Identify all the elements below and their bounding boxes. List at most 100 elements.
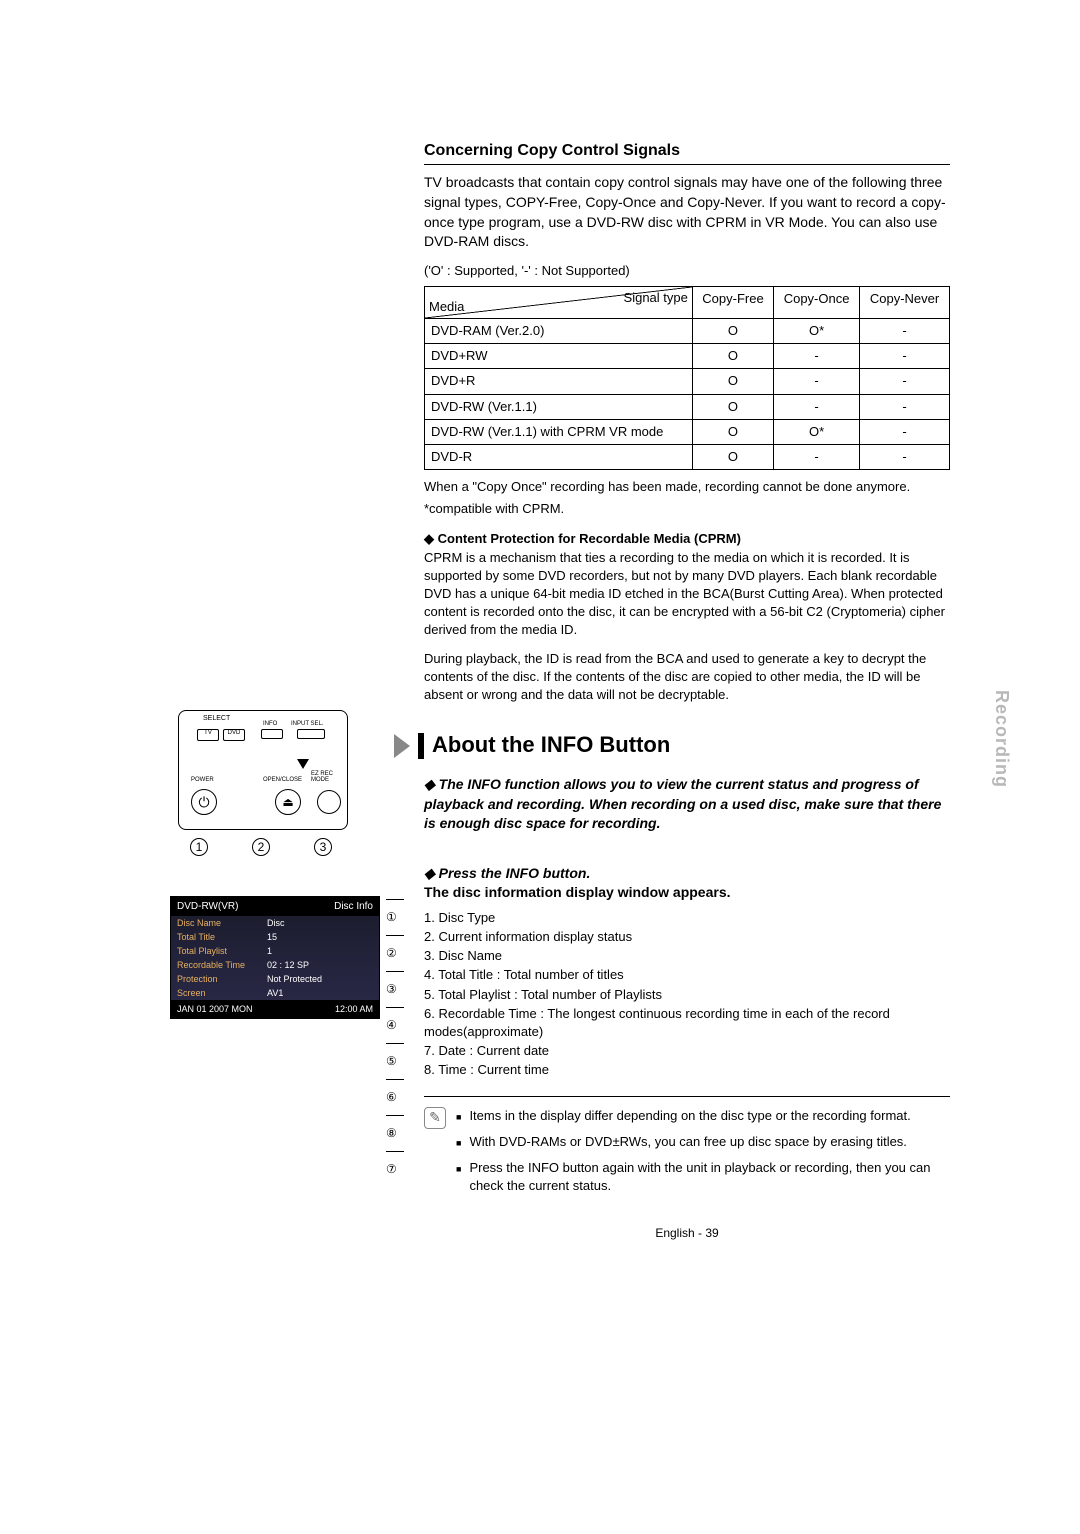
disc-info-callouts: ① ② ③ ④ ⑤ ⑥ ⑧ ⑦ bbox=[386, 890, 408, 1178]
heading-about-info: About the INFO Button bbox=[432, 730, 670, 761]
col-header: Copy-Once bbox=[774, 286, 860, 318]
disc-row-key: Total Title bbox=[177, 932, 267, 942]
table-diag-cell: Signal type Media bbox=[425, 286, 693, 318]
label-ez-rec: EZ REC MODE bbox=[311, 771, 341, 783]
table-cell: - bbox=[774, 369, 860, 394]
disc-row-val: 15 bbox=[267, 932, 277, 942]
disc-info-header-right: Disc Info bbox=[334, 901, 373, 912]
callout: ② bbox=[386, 926, 408, 962]
list-item: 3. Disc Name bbox=[424, 947, 950, 965]
callout: ⑤ bbox=[386, 1034, 408, 1070]
disc-row-val: 02 : 12 SP bbox=[267, 960, 309, 970]
disc-row-key: Disc Name bbox=[177, 918, 267, 928]
note-item: Items in the display differ depending on… bbox=[469, 1107, 910, 1125]
disc-row-key: Recordable Time bbox=[177, 960, 267, 970]
disc-row-val: Not Protected bbox=[267, 974, 322, 984]
remote-callout-3: 3 bbox=[314, 838, 332, 856]
ez-rec-mode-button bbox=[317, 790, 341, 814]
callout: ⑥ bbox=[386, 1070, 408, 1106]
cprm-p1: CPRM is a mechanism that ties a recordin… bbox=[424, 549, 950, 640]
table-cell: O bbox=[692, 444, 773, 469]
table-media: DVD-RW (Ver.1.1) with CPRM VR mode bbox=[425, 419, 693, 444]
info-lead: The INFO function allows you to view the… bbox=[424, 775, 950, 834]
tv-button: TV bbox=[197, 729, 219, 741]
disc-info-header-left: DVD-RW(VR) bbox=[177, 901, 238, 912]
support-legend: ('O' : Supported, '-' : Not Supported) bbox=[424, 262, 950, 280]
table-media: DVD-RW (Ver.1.1) bbox=[425, 394, 693, 419]
callout: ⑧ bbox=[386, 1106, 408, 1142]
disc-info-footer-time: 12:00 AM bbox=[335, 1004, 373, 1014]
label-power: POWER bbox=[191, 777, 214, 783]
table-media: DVD-R bbox=[425, 444, 693, 469]
copy-control-table: Signal type Media Copy-Free Copy-Once Co… bbox=[424, 286, 950, 470]
col-header: Copy-Never bbox=[860, 286, 950, 318]
table-media: DVD-RAM (Ver.2.0) bbox=[425, 318, 693, 343]
label-info: INFO bbox=[263, 721, 277, 727]
table-cell: O bbox=[692, 394, 773, 419]
disc-row-val: 1 bbox=[267, 946, 272, 956]
info-button bbox=[261, 729, 283, 739]
disc-info-footer-date: JAN 01 2007 MON bbox=[177, 1004, 253, 1014]
table-media: DVD+R bbox=[425, 369, 693, 394]
table-cell: - bbox=[774, 344, 860, 369]
table-cell: - bbox=[860, 369, 950, 394]
dvd-button: DVD bbox=[223, 729, 245, 741]
remote-callout-2: 2 bbox=[252, 838, 270, 856]
table-cell: - bbox=[860, 344, 950, 369]
list-item: 4. Total Title : Total number of titles bbox=[424, 966, 950, 984]
label-open-close: OPEN/CLOSE bbox=[263, 777, 302, 783]
heading-copy-control: Concerning Copy Control Signals bbox=[424, 140, 950, 165]
table-cell: O bbox=[692, 318, 773, 343]
input-sel-button bbox=[297, 729, 325, 739]
notes-list: Items in the display differ depending on… bbox=[456, 1107, 950, 1204]
col-header: Copy-Free bbox=[692, 286, 773, 318]
table-cell: - bbox=[860, 444, 950, 469]
footnote-copy-once: When a "Copy Once" recording has been ma… bbox=[424, 478, 950, 496]
callout: ④ bbox=[386, 998, 408, 1034]
disc-row-val: Disc bbox=[267, 918, 285, 928]
info-items-list: 1. Disc Type 2. Current information disp… bbox=[424, 909, 950, 1080]
side-tab-recording: Recording bbox=[991, 690, 1012, 788]
note-item: Press the INFO button again with the uni… bbox=[469, 1159, 950, 1195]
cprm-p2: During playback, the ID is read from the… bbox=[424, 650, 950, 705]
note-item: With DVD-RAMs or DVD±RWs, you can free u… bbox=[469, 1133, 906, 1151]
callout: ⑦ bbox=[386, 1142, 408, 1178]
disc-row-key: Total Playlist bbox=[177, 946, 267, 956]
list-item: 8. Time : Current time bbox=[424, 1061, 950, 1079]
open-close-button: ⏏ bbox=[275, 789, 301, 815]
disc-row-key: Protection bbox=[177, 974, 267, 984]
section-bar-icon bbox=[418, 733, 424, 759]
table-cell: - bbox=[860, 394, 950, 419]
label-input-sel: INPUT SEL. bbox=[291, 721, 324, 727]
power-button: ⏻ bbox=[191, 789, 217, 815]
disc-info-panel: DVD-RW(VR) Disc Info Disc NameDisc Total… bbox=[170, 896, 380, 1019]
callout: ① bbox=[386, 890, 408, 926]
remote-illustration: SELECT TV DVD INFO INPUT SEL. POWER ⏻ OP… bbox=[178, 710, 348, 830]
diag-media: Media bbox=[429, 298, 464, 316]
page-footer: English - 39 bbox=[424, 1225, 950, 1242]
remote-callout-1: 1 bbox=[190, 838, 208, 856]
footnote-cprm: *compatible with CPRM. bbox=[424, 500, 950, 518]
table-cell: O bbox=[692, 369, 773, 394]
table-cell: O* bbox=[774, 419, 860, 444]
note-icon: ✎ bbox=[424, 1107, 446, 1129]
copy-control-body: TV broadcasts that contain copy control … bbox=[424, 173, 950, 251]
label-select: SELECT bbox=[203, 715, 230, 722]
section-arrow-icon bbox=[394, 734, 410, 758]
diag-signal-type: Signal type bbox=[624, 289, 688, 307]
step-subtext: The disc information display window appe… bbox=[424, 884, 731, 900]
arrow-down-icon bbox=[297, 759, 309, 769]
list-item: 5. Total Playlist : Total number of Play… bbox=[424, 986, 950, 1004]
table-cell: - bbox=[860, 318, 950, 343]
cprm-heading: Content Protection for Recordable Media … bbox=[424, 530, 950, 548]
table-media: DVD+RW bbox=[425, 344, 693, 369]
table-cell: - bbox=[860, 419, 950, 444]
disc-row-val: AV1 bbox=[267, 988, 283, 998]
list-item: 6. Recordable Time : The longest continu… bbox=[424, 1005, 950, 1041]
table-cell: O bbox=[692, 344, 773, 369]
remote-callouts: 1 2 3 bbox=[190, 838, 396, 856]
table-cell: O bbox=[692, 419, 773, 444]
list-item: 7. Date : Current date bbox=[424, 1042, 950, 1060]
table-cell: O* bbox=[774, 318, 860, 343]
list-item: 2. Current information display status bbox=[424, 928, 950, 946]
